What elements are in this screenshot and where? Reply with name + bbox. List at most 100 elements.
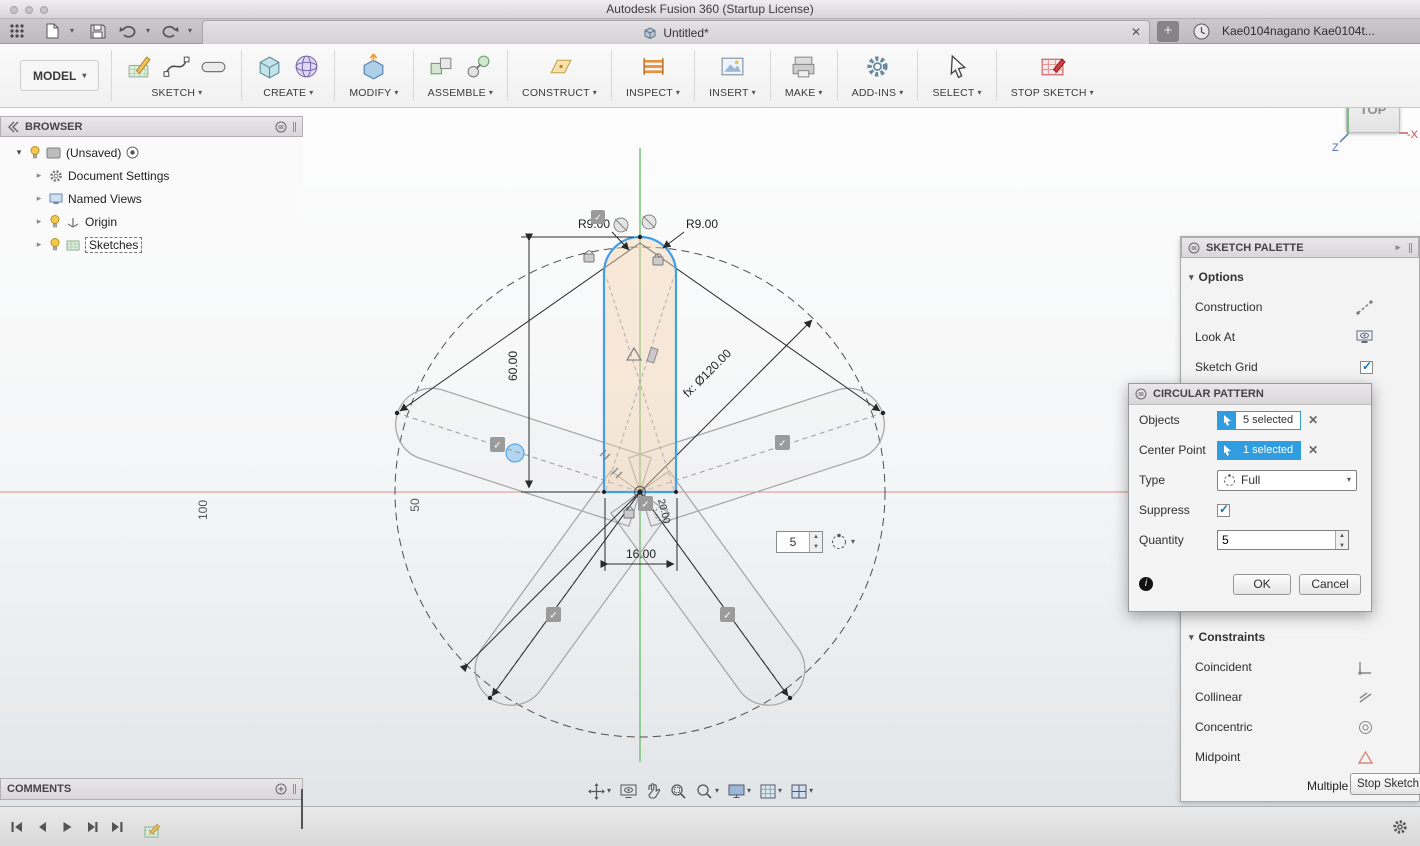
disclosure-icon[interactable] — [34, 170, 44, 181]
clear-objects-icon[interactable] — [1308, 413, 1318, 427]
recent-clock-icon[interactable] — [1191, 22, 1211, 40]
sketch-palette-header[interactable]: SKETCH PALETTE — [1181, 237, 1419, 258]
disclosure-icon[interactable] — [34, 193, 44, 204]
expand-panel-icon[interactable] — [1393, 242, 1403, 253]
redo-icon[interactable] — [160, 22, 180, 40]
dim-ref-50-text[interactable]: 50 — [408, 498, 422, 512]
save-icon[interactable] — [88, 22, 108, 40]
zoom-window-tool[interactable] — [670, 783, 687, 800]
collapse-panel-icon[interactable] — [7, 121, 19, 133]
constraint-row-concentric[interactable]: Concentric — [1181, 713, 1419, 741]
ribbon-group-insert[interactable]: INSERT — [697, 44, 768, 107]
dim-width-text[interactable]: 16.00 — [626, 547, 656, 561]
look-at-icon[interactable] — [1356, 330, 1373, 344]
file-menu-caret[interactable] — [62, 22, 82, 40]
timeline-settings-gear-icon[interactable] — [1392, 819, 1408, 835]
quantity-stepper[interactable] — [809, 532, 822, 552]
panel-menu-icon[interactable] — [1188, 242, 1200, 254]
panel-grip[interactable] — [293, 784, 296, 794]
assemble-icon[interactable] — [428, 53, 455, 80]
dim-diameter-text[interactable]: fx: Ø120.00 — [680, 346, 734, 400]
pattern-type-mini-button[interactable] — [830, 533, 855, 551]
dim-height-text[interactable]: 60.00 — [506, 351, 520, 381]
disclosure-icon[interactable] — [14, 147, 24, 158]
redo-caret[interactable] — [180, 22, 200, 40]
panel-menu-icon[interactable] — [275, 121, 287, 133]
palette-row-construction[interactable]: Construction — [1181, 293, 1419, 321]
add-comment-icon[interactable] — [275, 783, 287, 795]
create-sketch-icon[interactable] — [126, 53, 153, 80]
workspace-mode-button[interactable]: MODEL — [20, 60, 99, 91]
stop-sketch-icon[interactable] — [1039, 53, 1066, 80]
browser-item-origin[interactable]: Origin — [0, 210, 303, 233]
browser-item-document-settings[interactable]: Document Settings — [0, 164, 303, 187]
ribbon-group-construct[interactable]: CONSTRUCT — [510, 44, 609, 107]
clear-center-point-icon[interactable] — [1308, 443, 1318, 457]
center-point-selection-chip[interactable]: 1 selected — [1217, 441, 1301, 460]
dim-ref-100-text[interactable]: 100 — [196, 500, 210, 520]
account-user[interactable]: Kae0104nagano Kae0104t... — [1222, 24, 1375, 38]
construct-plane-icon[interactable] — [546, 53, 573, 80]
selected-blade-profile[interactable] — [604, 237, 676, 492]
grid-settings[interactable] — [760, 784, 782, 799]
file-menu-icon[interactable] — [42, 22, 62, 40]
browser-item-named-views[interactable]: Named Views — [0, 187, 303, 210]
create-sphere-icon[interactable] — [293, 53, 320, 80]
eye-icon[interactable] — [126, 146, 139, 159]
midpoint-icon[interactable] — [1358, 751, 1373, 764]
ribbon-group-inspect[interactable]: INSPECT — [614, 44, 692, 107]
visibility-bulb-icon[interactable] — [29, 146, 41, 159]
play-icon[interactable] — [60, 820, 74, 834]
ribbon-group-modify[interactable]: MODIFY — [337, 44, 410, 107]
palette-row-look-at[interactable]: Look At — [1181, 323, 1419, 351]
quantity-input[interactable] — [1218, 531, 1335, 549]
type-select[interactable]: Full — [1217, 470, 1357, 491]
disclosure-icon[interactable] — [34, 239, 44, 250]
concentric-icon[interactable] — [1358, 720, 1373, 735]
sketch-grid-checkbox[interactable] — [1360, 361, 1373, 374]
visibility-bulb-icon[interactable] — [49, 238, 61, 251]
dim-r9-right-text[interactable]: R9.00 — [686, 217, 718, 231]
quantity-value[interactable]: 5 — [777, 532, 809, 552]
palette-row-sketch-grid[interactable]: Sketch Grid — [1181, 353, 1419, 381]
cancel-button[interactable]: Cancel — [1299, 574, 1361, 595]
slot-icon[interactable] — [200, 53, 227, 80]
tab-close-icon[interactable] — [1131, 25, 1141, 39]
options-section-header[interactable]: Options — [1181, 265, 1252, 289]
constraint-row-coincident[interactable]: Coincident — [1181, 653, 1419, 681]
go-to-start-icon[interactable] — [10, 820, 24, 834]
joint-icon[interactable] — [465, 53, 492, 80]
pan-tool[interactable] — [646, 783, 661, 799]
constraint-row-midpoint[interactable]: Midpoint — [1181, 743, 1419, 771]
ribbon-group-make[interactable]: MAKE — [773, 44, 835, 107]
display-settings[interactable] — [728, 784, 751, 799]
disclosure-icon[interactable] — [34, 216, 44, 227]
ribbon-group-select[interactable]: SELECT — [920, 44, 993, 107]
browser-header[interactable]: BROWSER — [0, 116, 303, 137]
addins-gear-icon[interactable] — [864, 53, 891, 80]
select-cursor-icon[interactable] — [944, 53, 971, 80]
collinear-icon[interactable] — [1358, 690, 1373, 705]
zoom-tool[interactable] — [696, 783, 719, 800]
browser-item-sketches[interactable]: Sketches — [0, 233, 303, 256]
undo-icon[interactable] — [118, 22, 138, 40]
stop-sketch-button[interactable]: Stop Sketch — [1350, 773, 1420, 795]
ok-button[interactable]: OK — [1233, 574, 1291, 595]
undo-caret[interactable] — [138, 22, 158, 40]
timeline-sketch-icon[interactable] — [144, 823, 161, 839]
measure-icon[interactable] — [640, 53, 667, 80]
suppress-checkbox[interactable] — [1217, 504, 1230, 517]
ribbon-group-assemble[interactable]: ASSEMBLE — [416, 44, 505, 107]
press-pull-icon[interactable] — [360, 53, 387, 80]
new-tab-button[interactable] — [1157, 21, 1179, 42]
tangent-constraint-icons[interactable] — [614, 215, 656, 232]
dialog-menu-icon[interactable] — [1135, 388, 1147, 400]
visibility-bulb-icon[interactable] — [49, 215, 61, 228]
constraints-section-header[interactable]: Constraints — [1181, 625, 1273, 649]
browser-item-root[interactable]: (Unsaved) — [0, 141, 303, 164]
origin-point[interactable] — [637, 489, 642, 494]
panel-grip[interactable] — [1409, 243, 1412, 253]
viewports[interactable] — [791, 784, 813, 799]
step-forward-icon[interactable] — [85, 820, 99, 834]
panel-grip[interactable] — [293, 122, 296, 132]
